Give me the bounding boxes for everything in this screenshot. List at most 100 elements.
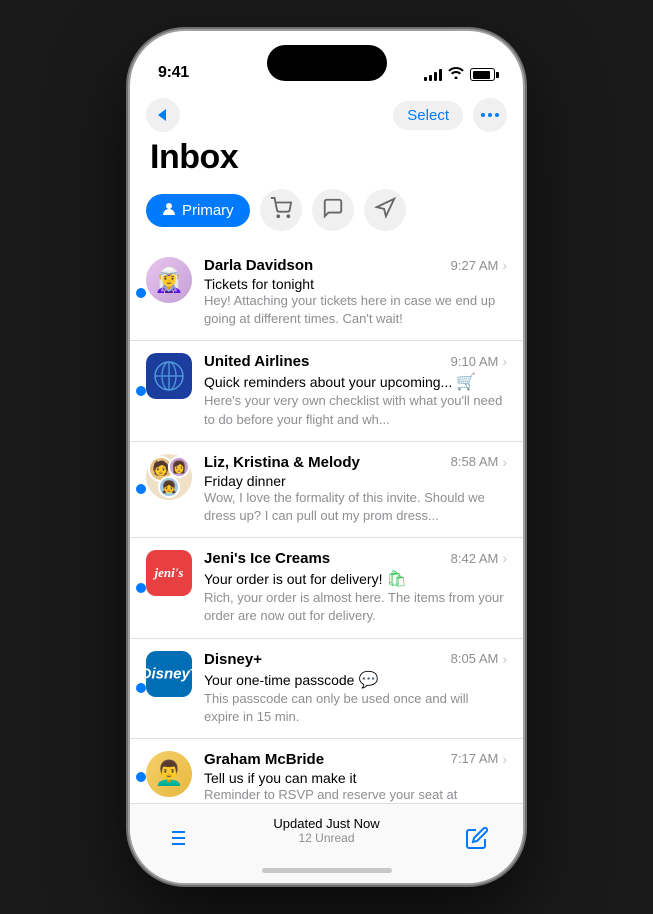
- email-header: Jeni's Ice Creams 8:42 AM ›: [204, 550, 507, 567]
- avatar: 👨‍🦱: [146, 751, 192, 797]
- email-header: United Airlines 9:10 AM ›: [204, 353, 507, 370]
- email-preview: Reminder to RSVP and reserve your seat a…: [204, 786, 507, 803]
- avatar: Disney+: [146, 651, 192, 697]
- filter-icon-button[interactable]: [154, 816, 198, 860]
- email-item[interactable]: 🧝‍♀️ Darla Davidson 9:27 AM › Tickets fo…: [130, 245, 523, 341]
- back-chevron-icon: [158, 109, 166, 121]
- unread-indicator: [136, 583, 146, 593]
- email-time: 8:05 AM: [451, 651, 499, 666]
- avatar: 🧝‍♀️: [146, 257, 192, 303]
- email-subject: Tell us if you can make it: [204, 770, 507, 786]
- chevron-right-icon: ›: [502, 550, 507, 566]
- sender-name: Liz, Kristina & Melody: [204, 454, 360, 471]
- email-item[interactable]: 🧑 👩 👧 Liz, Kristina & Melody 8:58 AM › F…: [130, 442, 523, 538]
- message-badge-icon: 💬: [358, 670, 378, 690]
- chevron-right-icon: ›: [502, 454, 507, 470]
- email-subject: Your order is out for delivery! 🛍: [204, 569, 507, 589]
- avatar: 🧑 👩 👧: [146, 454, 192, 500]
- email-time-row: 9:10 AM ›: [451, 353, 507, 369]
- email-header: Graham McBride 7:17 AM ›: [204, 751, 507, 768]
- email-preview: Hey! Attaching your tickets here in case…: [204, 292, 507, 328]
- email-list: 🧝‍♀️ Darla Davidson 9:27 AM › Tickets fo…: [130, 245, 523, 803]
- avatar: jeni's: [146, 550, 192, 596]
- email-time: 8:58 AM: [451, 454, 499, 469]
- chevron-right-icon: ›: [502, 651, 507, 667]
- sender-name: Darla Davidson: [204, 257, 313, 274]
- tab-shopping[interactable]: [260, 189, 302, 231]
- app-content: Select Inbox Primary: [130, 90, 523, 883]
- email-time-row: 8:42 AM ›: [451, 550, 507, 566]
- select-button[interactable]: Select: [393, 101, 463, 130]
- email-preview: Here's your very own checklist with what…: [204, 392, 507, 428]
- email-subject: Quick reminders about your upcoming... 🛒: [204, 372, 507, 392]
- email-time: 8:42 AM: [451, 551, 499, 566]
- back-button[interactable]: [146, 98, 180, 132]
- email-subject: Your one-time passcode 💬: [204, 670, 507, 690]
- chevron-right-icon: ›: [502, 353, 507, 369]
- home-indicator: [262, 868, 392, 873]
- email-time: 7:17 AM: [451, 751, 499, 766]
- email-body: United Airlines 9:10 AM › Quick reminder…: [204, 353, 507, 428]
- email-item[interactable]: 👨‍🦱 Graham McBride 7:17 AM › Tell us if …: [130, 739, 523, 803]
- filter-tabs: Primary: [130, 189, 523, 245]
- email-body: Liz, Kristina & Melody 8:58 AM › Friday …: [204, 454, 507, 525]
- signal-icon: [424, 69, 442, 81]
- email-header: Liz, Kristina & Melody 8:58 AM ›: [204, 454, 507, 471]
- email-header: Darla Davidson 9:27 AM ›: [204, 257, 507, 274]
- email-body: Darla Davidson 9:27 AM › Tickets for ton…: [204, 257, 507, 328]
- nav-actions: Select: [393, 98, 507, 132]
- person-icon: [162, 202, 176, 219]
- phone-frame: 9:41 Select: [130, 31, 523, 883]
- megaphone-icon: [374, 197, 396, 224]
- chat-icon: [322, 197, 344, 224]
- email-time-row: 7:17 AM ›: [451, 751, 507, 767]
- email-item[interactable]: United Airlines 9:10 AM › Quick reminder…: [130, 341, 523, 441]
- email-preview: Wow, I love the formality of this invite…: [204, 489, 507, 525]
- ellipsis-icon: [481, 113, 499, 117]
- updated-label: Updated Just Now: [273, 816, 379, 831]
- unread-indicator: [136, 484, 146, 494]
- wifi-icon: [448, 67, 464, 82]
- unread-indicator: [136, 288, 146, 298]
- inbox-title: Inbox: [130, 136, 523, 189]
- more-button[interactable]: [473, 98, 507, 132]
- tab-chat[interactable]: [312, 189, 354, 231]
- unread-indicator: [136, 683, 146, 693]
- email-header: Disney+ 8:05 AM ›: [204, 651, 507, 668]
- status-icons: [424, 67, 495, 82]
- email-time: 9:10 AM: [451, 354, 499, 369]
- toolbar-center: Updated Just Now 12 Unread: [273, 816, 379, 845]
- unread-indicator: [136, 386, 146, 396]
- dynamic-island: [267, 45, 387, 81]
- email-time-row: 8:58 AM ›: [451, 454, 507, 470]
- chevron-right-icon: ›: [502, 257, 507, 273]
- avatar: [146, 353, 192, 399]
- shopping-cart-icon: [270, 197, 292, 224]
- email-subject: Tickets for tonight: [204, 276, 507, 292]
- email-body: Disney+ 8:05 AM › Your one-time passcode…: [204, 651, 507, 726]
- nav-bar: Select: [130, 90, 523, 136]
- shopping-cart-badge-icon: 🛒: [456, 372, 476, 392]
- email-body: Jeni's Ice Creams 8:42 AM › Your order i…: [204, 550, 507, 625]
- email-item[interactable]: jeni's Jeni's Ice Creams 8:42 AM › Your …: [130, 538, 523, 638]
- unread-indicator: [136, 772, 146, 782]
- compose-button[interactable]: [455, 816, 499, 860]
- email-time: 9:27 AM: [451, 258, 499, 273]
- sender-name: Disney+: [204, 651, 262, 668]
- email-item[interactable]: Disney+ Disney+ 8:05 AM › Your one-time …: [130, 639, 523, 739]
- email-time-row: 8:05 AM ›: [451, 651, 507, 667]
- tab-promotions[interactable]: [364, 189, 406, 231]
- unread-label: 12 Unread: [273, 831, 379, 845]
- sender-name: Jeni's Ice Creams: [204, 550, 330, 567]
- email-subject: Friday dinner: [204, 473, 507, 489]
- sender-name: Graham McBride: [204, 751, 324, 768]
- sender-name: United Airlines: [204, 353, 309, 370]
- tab-primary-label: Primary: [182, 202, 234, 219]
- status-time: 9:41: [158, 64, 189, 82]
- email-body: Graham McBride 7:17 AM › Tell us if you …: [204, 751, 507, 803]
- battery-icon: [470, 68, 495, 81]
- jenis-logo: jeni's: [146, 550, 192, 596]
- tab-primary[interactable]: Primary: [146, 194, 250, 227]
- shopping-bag-badge-icon: 🛍: [386, 569, 406, 589]
- email-time-row: 9:27 AM ›: [451, 257, 507, 273]
